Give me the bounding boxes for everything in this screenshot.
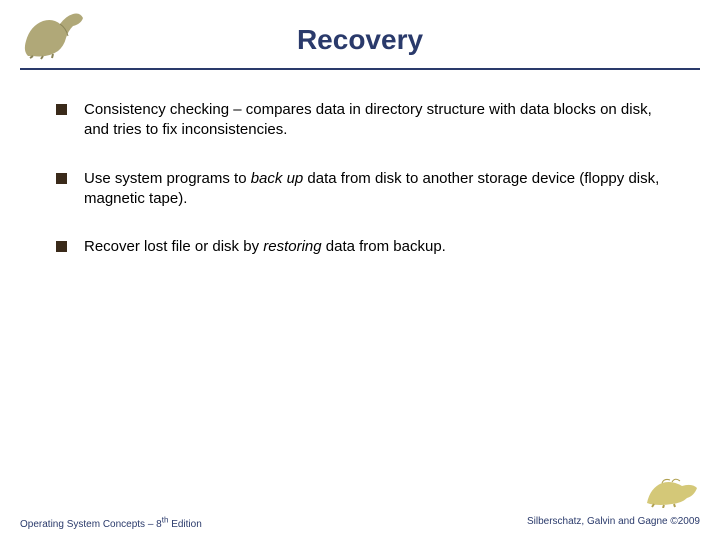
bullet-1-text: Consistency checking – compares data in … <box>84 101 652 138</box>
bullet-3-pre: Recover lost file or disk by <box>84 238 263 255</box>
footer-left: Operating System Concepts – 8th Edition <box>20 519 202 530</box>
bullet-3-post: data from backup. <box>322 238 446 255</box>
bullet-2-pre: Use system programs to <box>84 170 251 187</box>
footer-right: Silberschatz, Galvin and Gagne ©2009 <box>527 516 700 527</box>
slide-footer: Operating System Concepts – 8th Edition … <box>0 516 720 530</box>
slide-content: Consistency checking – compares data in … <box>0 70 720 257</box>
bullet-2-em: back up <box>251 170 304 187</box>
bullet-3: Recover lost file or disk by restoring d… <box>56 237 680 257</box>
footer-left-pre: Operating System Concepts – 8 <box>20 519 162 530</box>
bullet-1: Consistency checking – compares data in … <box>56 100 680 141</box>
bullet-3-em: restoring <box>263 238 321 255</box>
footer-left-post: Edition <box>168 519 201 530</box>
dinosaur-bottom-icon <box>642 468 702 508</box>
dinosaur-top-icon <box>18 6 88 60</box>
slide-header: Recovery <box>0 0 720 70</box>
slide-title: Recovery <box>297 24 423 56</box>
title-underline <box>20 68 700 70</box>
bullet-2: Use system programs to back up data from… <box>56 169 680 210</box>
